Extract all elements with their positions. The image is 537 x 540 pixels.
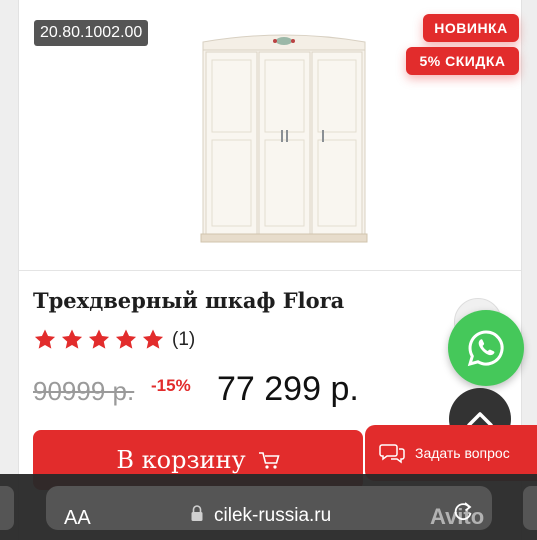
discount-label: -15% bbox=[151, 376, 191, 395]
previous-tab-edge[interactable] bbox=[0, 486, 14, 530]
reader-settings-button[interactable]: AA bbox=[64, 507, 91, 530]
sale-badge: 5% СКИДКА bbox=[406, 47, 519, 75]
star-icon bbox=[115, 329, 137, 349]
whatsapp-icon bbox=[467, 330, 504, 367]
ask-question-label: Задать вопрос bbox=[415, 445, 510, 461]
cart-icon bbox=[258, 452, 280, 469]
next-tab-edge[interactable] bbox=[523, 486, 537, 530]
browser-address-bar: AA cilek-russia.ru Avito bbox=[0, 474, 537, 540]
ask-question-button[interactable]: Задать вопрос bbox=[365, 425, 537, 481]
old-price: 90999 р. bbox=[33, 376, 135, 406]
rating-count[interactable]: (1) bbox=[172, 329, 195, 351]
cart-button-label: В корзину bbox=[116, 446, 246, 474]
lock-icon bbox=[191, 505, 203, 521]
rating-stars: (1) bbox=[33, 328, 195, 351]
star-icon bbox=[142, 329, 164, 349]
star-icon bbox=[34, 329, 56, 349]
star-icon bbox=[61, 329, 83, 349]
url-text: cilek-russia.ru bbox=[214, 505, 332, 526]
chat-icon bbox=[379, 444, 405, 464]
product-image-area[interactable]: 20.80.1002.00 НОВИНКА 5% СКИДКА bbox=[19, 0, 521, 271]
reload-icon[interactable] bbox=[452, 501, 474, 523]
whatsapp-button[interactable] bbox=[448, 310, 524, 386]
sku-badge: 20.80.1002.00 bbox=[34, 20, 149, 46]
product-title: Трехдверный шкаф Flora bbox=[33, 288, 345, 313]
star-icon bbox=[88, 329, 110, 349]
current-price: 77 299 р. bbox=[217, 370, 359, 408]
wardrobe-image bbox=[200, 34, 368, 243]
new-badge: НОВИНКА bbox=[423, 14, 519, 42]
